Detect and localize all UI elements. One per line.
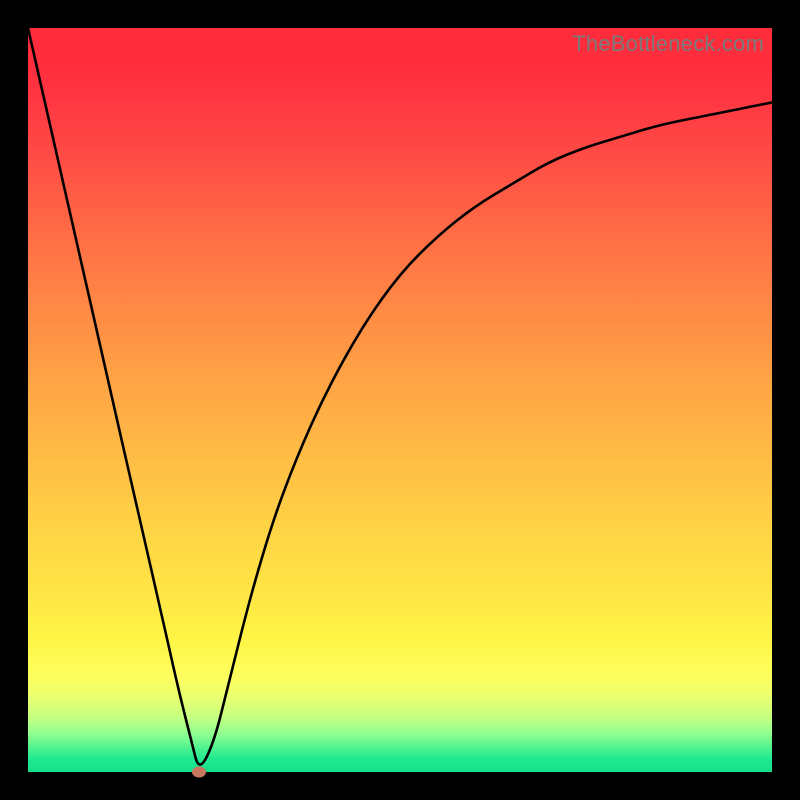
chart-frame: TheBottleneck.com bbox=[0, 0, 800, 800]
bottleneck-curve bbox=[28, 28, 772, 772]
optimum-marker bbox=[192, 767, 206, 778]
plot-area: TheBottleneck.com bbox=[28, 28, 772, 772]
